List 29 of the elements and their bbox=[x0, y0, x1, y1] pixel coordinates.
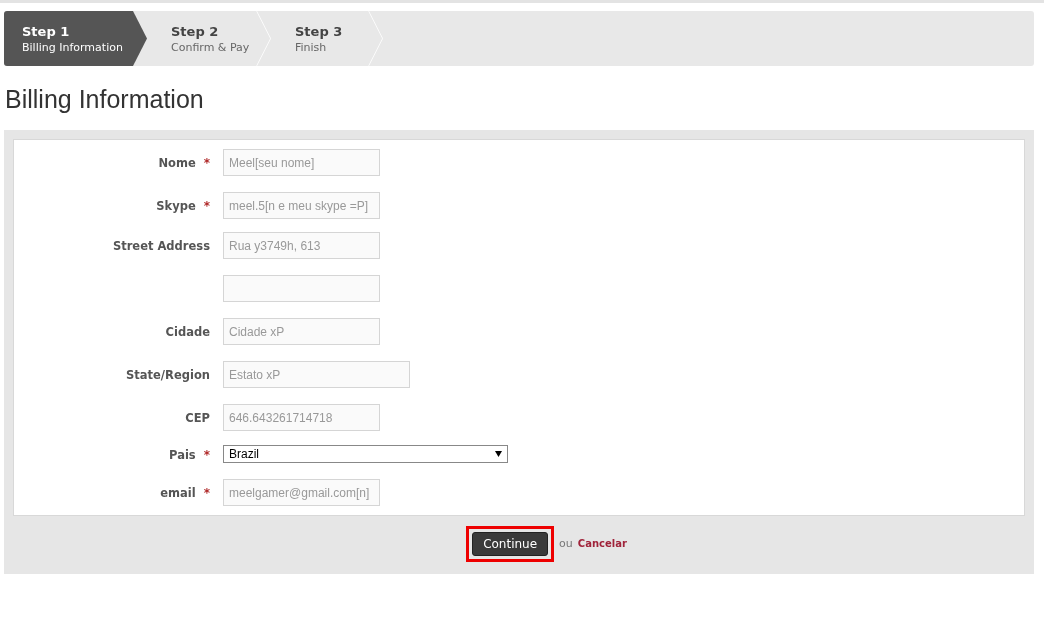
step-tab[interactable]: Step 2 Confirm & Pay bbox=[147, 11, 271, 66]
input-field[interactable]: meelgamer@gmail.com[n] bbox=[223, 479, 380, 506]
field-label: Nome bbox=[158, 155, 196, 170]
step-tab[interactable]: Step 3 Finish bbox=[271, 11, 383, 66]
input-field[interactable]: Meel[seu nome] bbox=[223, 149, 380, 176]
input-field[interactable]: Rua y3749h, 613 bbox=[223, 232, 380, 259]
step-tab[interactable]: Step 1 Billing Information bbox=[4, 11, 147, 66]
input-field[interactable] bbox=[223, 275, 380, 302]
country-select[interactable]: Brazil bbox=[223, 445, 508, 463]
field-label: Pais bbox=[169, 448, 196, 462]
continue-button[interactable]: Continue bbox=[472, 531, 549, 556]
field-label: email bbox=[160, 485, 196, 500]
field-label: Skype bbox=[156, 198, 196, 213]
field-label: CEP bbox=[185, 410, 210, 425]
input-field[interactable]: 646.643261714718 bbox=[223, 404, 380, 431]
input-field[interactable]: meel.5[n e meu skype =P] bbox=[223, 192, 380, 219]
cancel-link[interactable]: Cancelar bbox=[577, 538, 627, 549]
or-text: ou bbox=[559, 537, 573, 550]
field-label: Street Address bbox=[112, 238, 210, 253]
input-field[interactable]: Estato xP bbox=[223, 361, 410, 388]
required-mark: * bbox=[203, 485, 210, 500]
required-mark: * bbox=[203, 448, 210, 462]
required-mark: * bbox=[203, 198, 210, 213]
input-field[interactable]: Cidade xP bbox=[223, 318, 380, 345]
field-label: Cidade bbox=[165, 324, 210, 339]
required-mark: * bbox=[203, 155, 210, 170]
dropdown-arrow-icon bbox=[495, 451, 502, 457]
field-label: State/Region bbox=[126, 367, 210, 382]
page-heading: Billing Information bbox=[5, 85, 205, 114]
